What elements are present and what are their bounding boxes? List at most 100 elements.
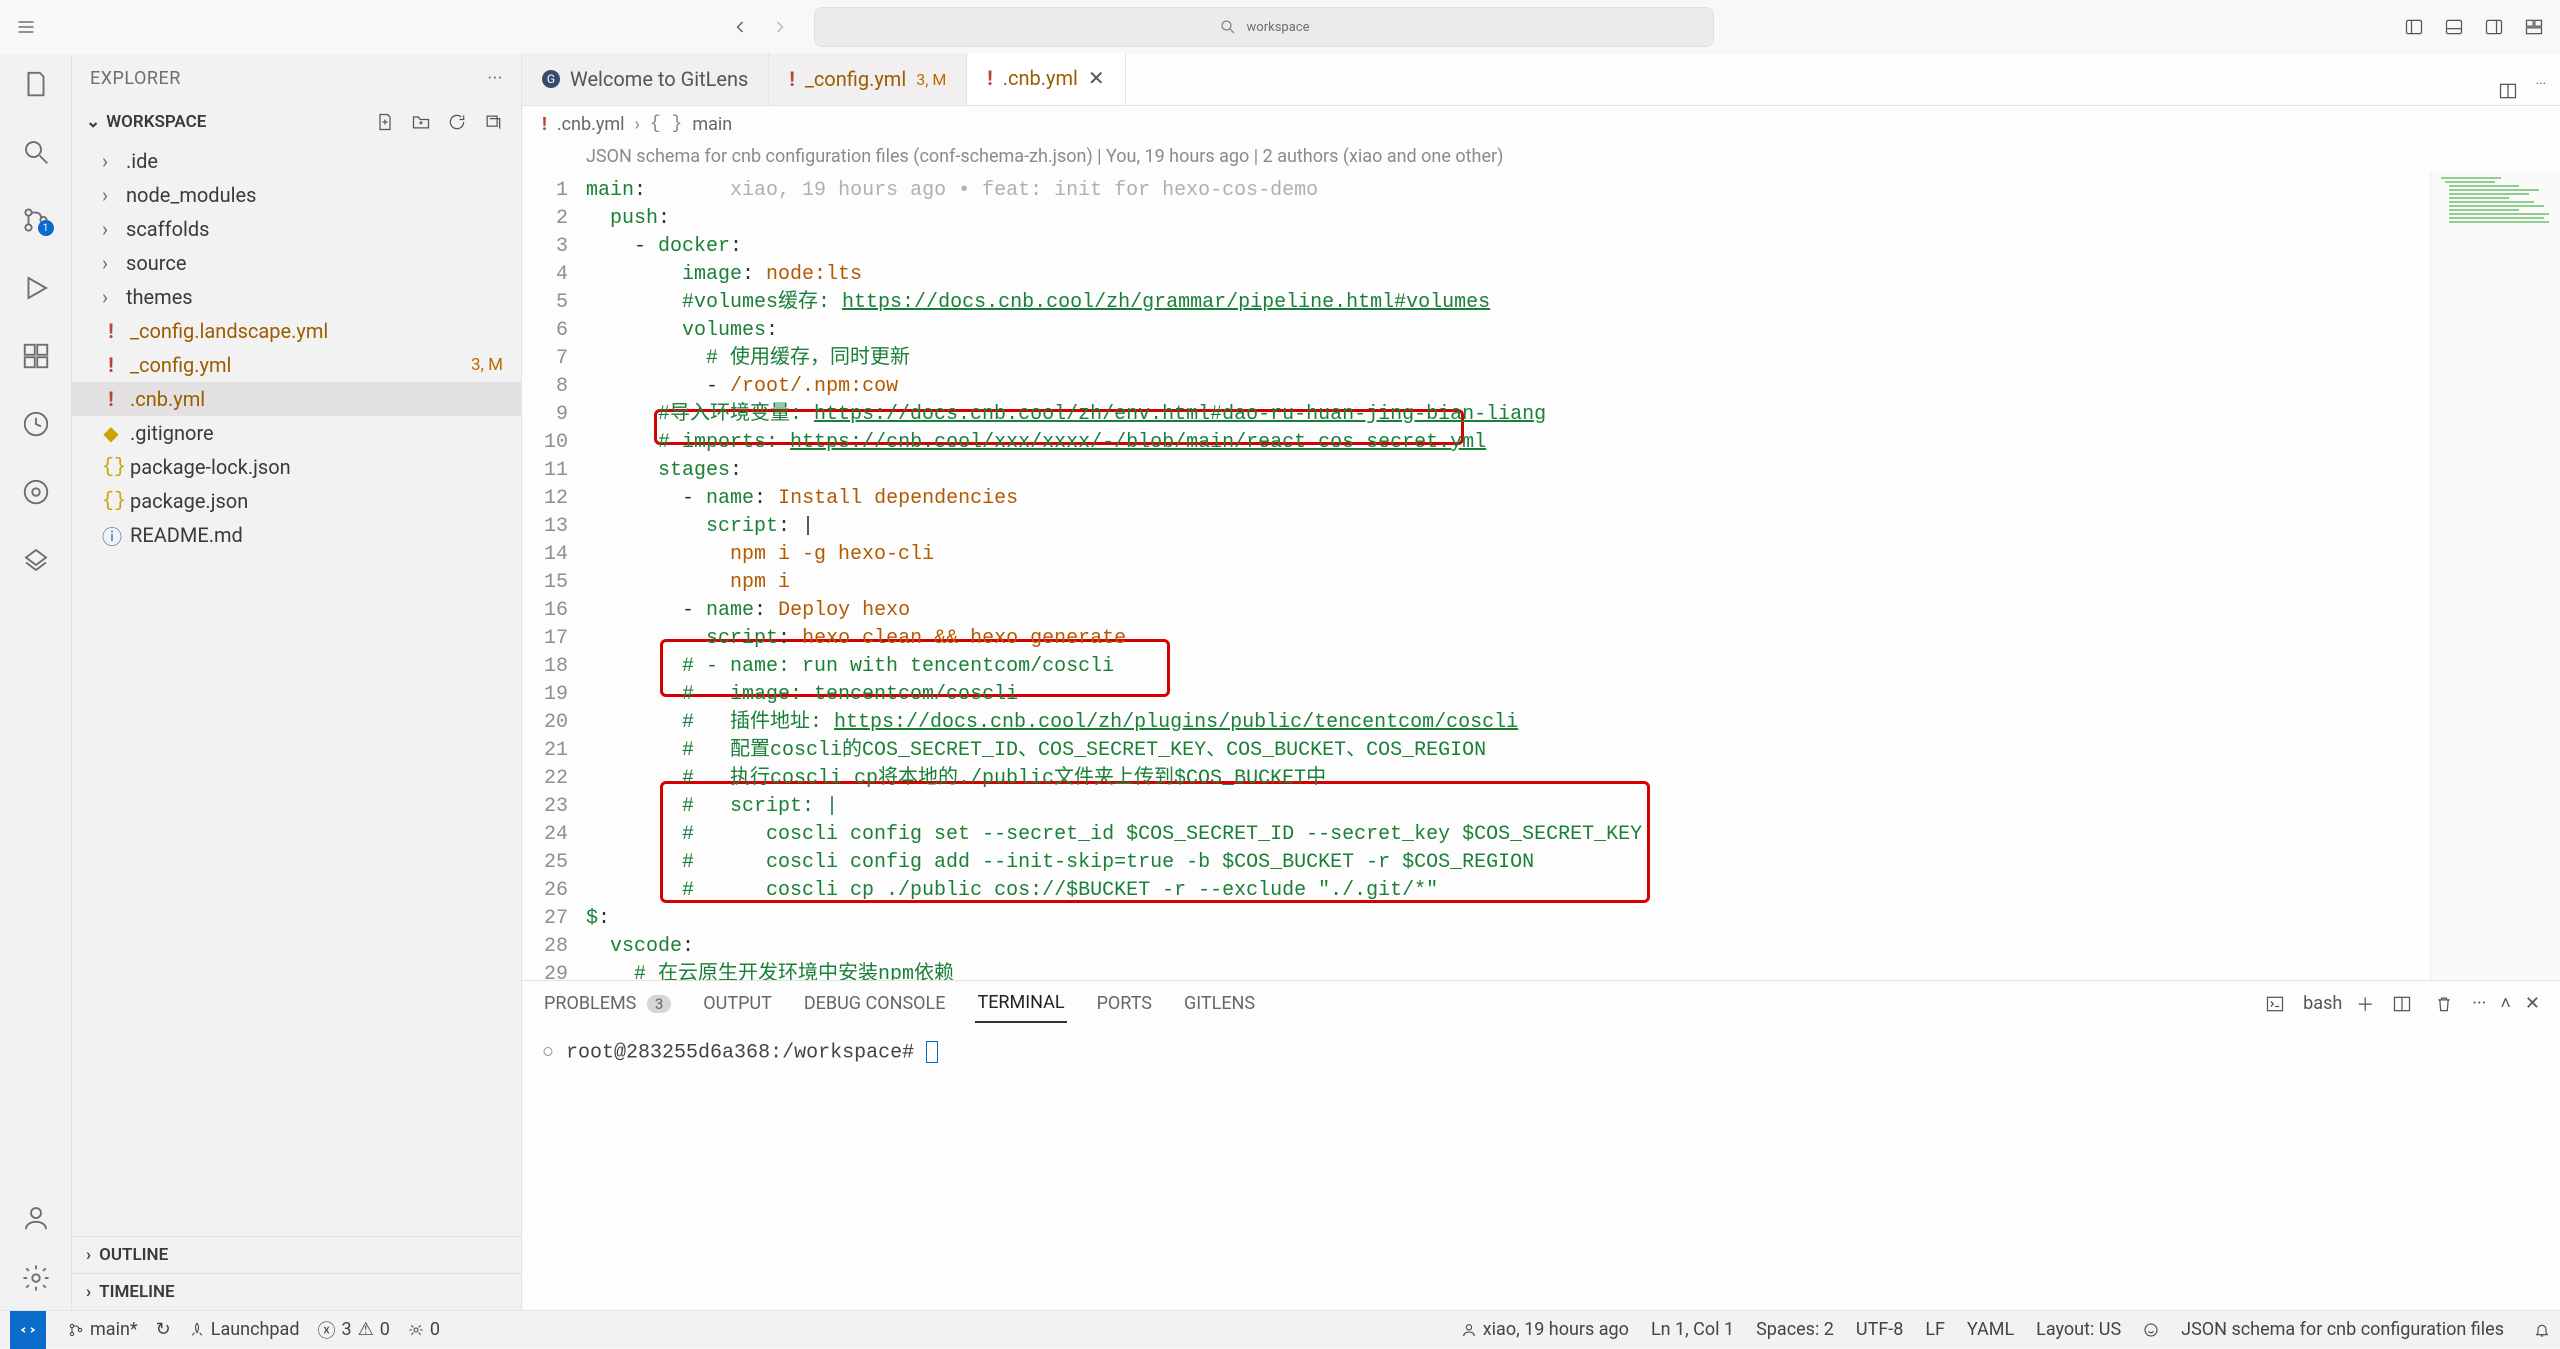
code-line[interactable]: # image: tencentcom/coscli — [578, 681, 2430, 709]
code-line[interactable]: # 在云原生开发环境中安装npm依赖 — [578, 961, 2430, 980]
workspace-section-header[interactable]: ⌄ WORKSPACE — [72, 102, 521, 142]
status-language[interactable]: YAML — [1967, 1319, 2014, 1340]
folder-item[interactable]: ›.ide — [72, 144, 521, 178]
panel-tab-gitlens[interactable]: GITLENS — [1182, 985, 1257, 1022]
nav-back-icon[interactable] — [726, 13, 754, 41]
status-blame[interactable]: xiao, 19 hours ago — [1461, 1319, 1629, 1340]
status-feedback-icon[interactable] — [2143, 1322, 2159, 1338]
file-item[interactable]: {}package-lock.json — [72, 450, 521, 484]
panel-more-icon[interactable]: ··· — [2472, 993, 2486, 1014]
status-cursor-position[interactable]: Ln 1, Col 1 — [1651, 1319, 1734, 1340]
code-line[interactable]: # imports: https://cnb.cool/xxx/xxxx/-/b… — [578, 429, 2430, 457]
settings-gear-icon[interactable] — [16, 1258, 56, 1298]
run-debug-icon[interactable] — [16, 268, 56, 308]
code-line[interactable]: # coscli config add --init-skip=true -b … — [578, 849, 2430, 877]
code-line[interactable]: npm i — [578, 569, 2430, 597]
tab-more-icon[interactable]: ··· — [2536, 77, 2546, 105]
editor-tab[interactable]: !_config.yml3, M — [769, 53, 967, 105]
folder-item[interactable]: ›themes — [72, 280, 521, 314]
code-line[interactable]: - name: Install dependencies — [578, 485, 2430, 513]
timeline-section-header[interactable]: › TIMELINE — [72, 1273, 521, 1310]
new-file-icon[interactable] — [371, 108, 399, 136]
code-line[interactable]: - /root/.npm:cow — [578, 373, 2430, 401]
code-line[interactable]: # script: | — [578, 793, 2430, 821]
collapse-all-icon[interactable] — [479, 108, 507, 136]
code-line[interactable]: npm i -g hexo-cli — [578, 541, 2430, 569]
gitlens-activity-icon[interactable] — [16, 472, 56, 512]
outline-section-header[interactable]: › OUTLINE — [72, 1236, 521, 1273]
code-line[interactable]: #导入环境变量: https://docs.cnb.cool/zh/env.ht… — [578, 401, 2430, 429]
code-line[interactable]: # - name: run with tencentcom/coscli — [578, 653, 2430, 681]
code-line[interactable]: # 使用缓存，同时更新 — [578, 345, 2430, 373]
folder-item[interactable]: ›node_modules — [72, 178, 521, 212]
terminal-kill-icon[interactable] — [2430, 990, 2458, 1018]
cloud-activity-icon[interactable] — [16, 540, 56, 580]
code-line[interactable]: # 插件地址: https://docs.cnb.cool/zh/plugins… — [578, 709, 2430, 737]
status-problems[interactable]: ⓧ3 ⚠0 — [317, 1317, 389, 1343]
new-folder-icon[interactable] — [407, 108, 435, 136]
refresh-icon[interactable] — [443, 108, 471, 136]
code-line[interactable]: stages: — [578, 457, 2430, 485]
file-item[interactable]: !.cnb.yml — [72, 382, 521, 416]
code-line[interactable]: script: hexo clean && hexo generate — [578, 625, 2430, 653]
file-item[interactable]: !_config.yml3, M — [72, 348, 521, 382]
panel-tab-output[interactable]: OUTPUT — [701, 985, 774, 1022]
panel-tab-ports[interactable]: PORTS — [1095, 985, 1154, 1022]
code-line[interactable]: # 执行coscli cp将本地的./public文件夹上传到$COS_BUCK… — [578, 765, 2430, 793]
customize-layout-icon[interactable] — [2520, 13, 2548, 41]
code-line[interactable]: image: node:lts — [578, 261, 2430, 289]
status-encoding[interactable]: UTF-8 — [1856, 1319, 1903, 1340]
minimap[interactable] — [2430, 171, 2560, 980]
panel-close-icon[interactable]: ✕ — [2525, 993, 2540, 1014]
terminal-name[interactable]: bash — [2303, 993, 2342, 1014]
terminal-split-icon[interactable] — [2388, 990, 2416, 1018]
toggle-secondary-sidebar-icon[interactable] — [2480, 13, 2508, 41]
toggle-primary-sidebar-icon[interactable] — [2400, 13, 2428, 41]
code-line[interactable]: $: — [578, 905, 2430, 933]
code-line[interactable]: vscode: — [578, 933, 2430, 961]
terminal-profile-icon[interactable] — [2261, 990, 2289, 1018]
panel-tab-debug-console[interactable]: DEBUG CONSOLE — [802, 985, 948, 1022]
panel-tab-terminal[interactable]: TERMINAL — [975, 984, 1066, 1023]
status-layout[interactable]: Layout: US — [2036, 1319, 2121, 1340]
code-line[interactable]: main: xiao, 19 hours ago • feat: init fo… — [578, 177, 2430, 205]
file-item[interactable]: {}package.json — [72, 484, 521, 518]
file-item[interactable]: !_config.landscape.yml — [72, 314, 521, 348]
status-schema[interactable]: JSON schema for cnb configuration files — [2181, 1319, 2504, 1340]
remote-indicator[interactable] — [10, 1311, 46, 1349]
code-line[interactable]: # coscli cp ./public cos://$BUCKET -r --… — [578, 877, 2430, 905]
nav-forward-icon[interactable] — [766, 13, 794, 41]
code-line[interactable]: # 配置coscli的COS_SECRET_ID、COS_SECRET_KEY、… — [578, 737, 2430, 765]
command-center-search[interactable]: workspace — [814, 7, 1714, 47]
file-item[interactable]: ◆.gitignore — [72, 416, 521, 450]
terminal-add-icon[interactable]: ＋ — [2356, 991, 2374, 1017]
status-bell-icon[interactable] — [2534, 1322, 2550, 1338]
folder-item[interactable]: ›source — [72, 246, 521, 280]
explorer-icon[interactable] — [16, 64, 56, 104]
panel-chevron-up-icon[interactable]: ˄ — [2500, 993, 2511, 1014]
editor-tab[interactable]: GWelcome to GitLens — [522, 53, 769, 105]
panel-tab-problems[interactable]: PROBLEMS 3 — [542, 985, 673, 1022]
code-line[interactable]: #volumes缓存: https://docs.cnb.cool/zh/gra… — [578, 289, 2430, 317]
close-icon[interactable]: ✕ — [1088, 66, 1105, 90]
status-launchpad[interactable]: Launchpad — [189, 1319, 300, 1340]
more-icon[interactable]: ··· — [487, 68, 503, 89]
status-sync[interactable]: ↻ — [156, 1319, 171, 1340]
timeline-activity-icon[interactable] — [16, 404, 56, 444]
status-eol[interactable]: LF — [1925, 1319, 1945, 1340]
toggle-panel-icon[interactable] — [2440, 13, 2468, 41]
scm-icon[interactable]: 1 — [16, 200, 56, 240]
code-line[interactable]: push: — [578, 205, 2430, 233]
code-line[interactable]: script: | — [578, 513, 2430, 541]
editor-tab[interactable]: !.cnb.yml✕ — [967, 53, 1125, 105]
status-ports[interactable]: 0 — [408, 1319, 440, 1340]
status-branch[interactable]: main* — [68, 1319, 138, 1340]
file-item[interactable]: ⓘREADME.md — [72, 518, 521, 552]
code-line[interactable]: volumes: — [578, 317, 2430, 345]
terminal-body[interactable]: ○ root@283255d6a368:/workspace# — [522, 1027, 2560, 1310]
split-editor-icon[interactable] — [2494, 77, 2522, 105]
code-line[interactable]: - docker: — [578, 233, 2430, 261]
breadcrumb[interactable]: ! .cnb.yml { } main — [522, 106, 2560, 142]
find-icon[interactable] — [16, 132, 56, 172]
code-line[interactable]: # coscli config set --secret_id $COS_SEC… — [578, 821, 2430, 849]
